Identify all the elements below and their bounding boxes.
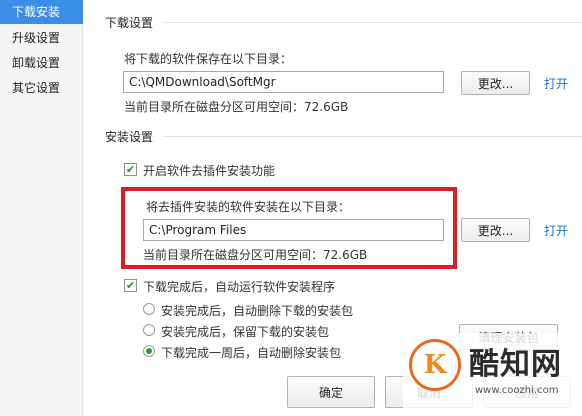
download-section-title: 下载设置 (105, 16, 154, 30)
sidebar-item-upgrade-settings[interactable]: 升级设置 (0, 26, 83, 50)
install-section-title: 安装设置 (105, 130, 154, 144)
sidebar-item-other-settings[interactable]: 其它设置 (0, 76, 83, 100)
autorun-checkbox[interactable]: ✔ (124, 279, 137, 292)
radio-delete-after-week-label: 下载完成一周后，自动删除安装包 (161, 346, 342, 360)
download-dir-label: 将下载的软件保存在以下目录： (124, 52, 293, 66)
install-section-divider (163, 136, 582, 137)
install-free-space: 当前目录所在磁盘分区可用空间：72.6GB (143, 248, 368, 262)
install-open-link[interactable]: 打开 (544, 222, 568, 239)
watermark: K 酷知网 www.coozhi.com (403, 333, 582, 416)
download-section-divider (163, 22, 582, 23)
sidebar: 下载安装 升级设置 卸载设置 其它设置 (0, 0, 83, 416)
sidebar-item-uninstall-settings[interactable]: 卸载设置 (0, 51, 83, 75)
autorun-checkbox-label: 下载完成后，自动运行软件安装程序 (143, 280, 336, 294)
watermark-logo-icon: K (409, 339, 461, 391)
ok-button[interactable]: 确定 (287, 376, 375, 408)
radio-delete-after-week[interactable] (143, 345, 155, 357)
sidebar-item-download-install[interactable]: 下载安装 (0, 0, 83, 24)
download-open-link[interactable]: 打开 (544, 75, 568, 92)
download-path-input[interactable] (123, 71, 444, 93)
download-change-button[interactable]: 更改... (461, 71, 530, 95)
radio-delete-after-install[interactable] (143, 303, 155, 315)
install-path-input[interactable] (143, 219, 444, 241)
download-free-space: 当前目录所在磁盘分区可用空间：72.6GB (124, 100, 349, 114)
radio-keep-package-label: 安装完成后，保留下载的安装包 (161, 325, 330, 339)
radio-keep-package[interactable] (143, 324, 155, 336)
watermark-name: 酷知网 (469, 347, 562, 382)
install-change-button[interactable]: 更改... (461, 218, 530, 242)
watermark-logo-letter: K (423, 350, 447, 380)
plugin-free-checkbox[interactable]: ✔ (124, 163, 137, 176)
install-dir-label: 将去插件安装的软件安装在以下目录： (146, 200, 351, 214)
plugin-free-checkbox-label: 开启软件去插件安装功能 (143, 164, 276, 178)
radio-delete-after-install-label: 安装完成后，自动删除下载的安装包 (161, 304, 354, 318)
watermark-url: www.coozhi.com (475, 385, 559, 396)
